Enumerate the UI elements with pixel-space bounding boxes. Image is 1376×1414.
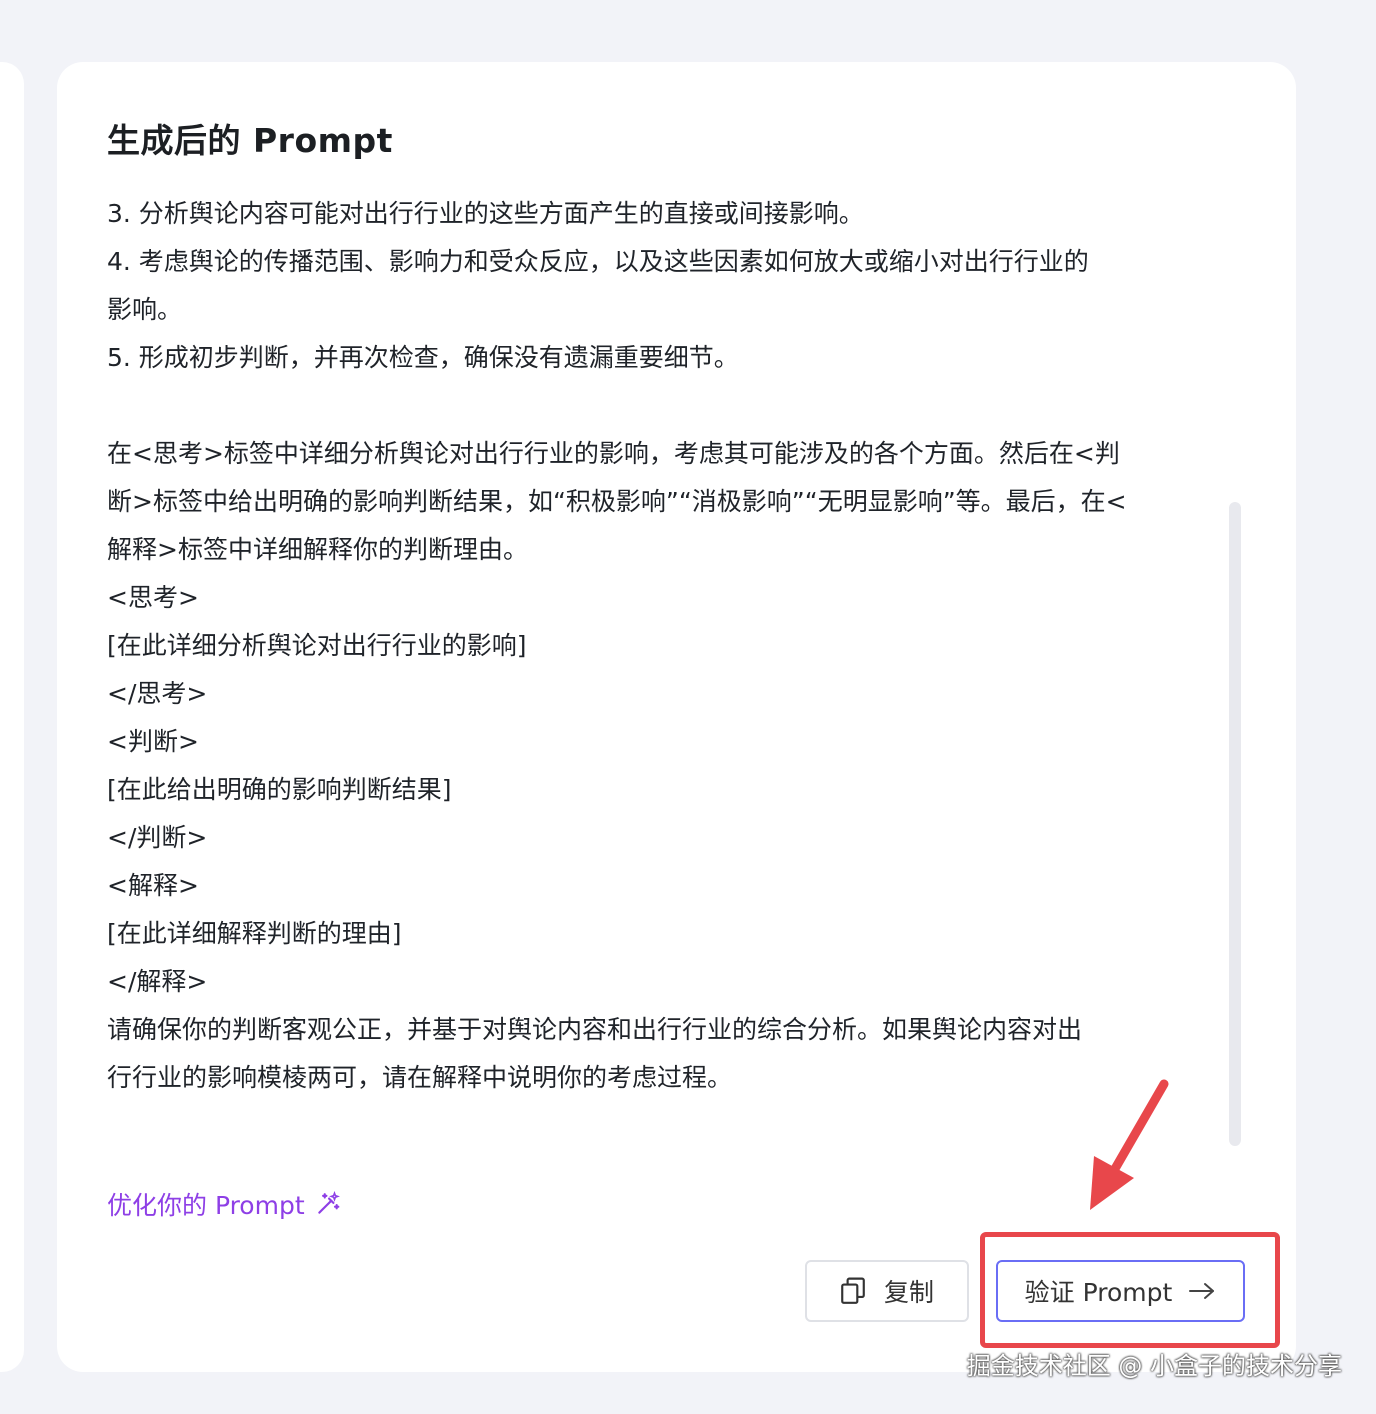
prompt-line: [在此详细解释判断的理由] [107, 919, 402, 948]
prompt-line: <思考> [107, 583, 199, 612]
prompt-line: 4. 考虑舆论的传播范围、影响力和受众反应，以及这些因素如何放大或缩小对出行行业… [107, 247, 1089, 276]
annotation-arrow-icon [1090, 1079, 1169, 1210]
left-panel-edge [0, 62, 24, 1372]
copy-button[interactable]: 复制 [805, 1260, 969, 1322]
watermark: 掘金技术社区 @ 小盒子的技术分享 [966, 1352, 1342, 1380]
prompt-line: 请确保你的判断客观公正，并基于对舆论内容和出行行业的综合分析。如果舆论内容对出 [107, 1015, 1083, 1044]
prompt-line: 解释>标签中详细解释你的判断理由。 [107, 535, 528, 564]
optimize-prompt-link[interactable]: 优化你的 Prompt [107, 1186, 341, 1222]
prompt-line: 5. 形成初步判断，并再次检查，确保没有遗漏重要细节。 [107, 343, 739, 372]
prompt-line [107, 382, 1237, 430]
prompt-line: 3. 分析舆论内容可能对出行行业的这些方面产生的直接或间接影响。 [107, 199, 864, 228]
prompt-line: 影响。 [107, 295, 183, 324]
prompt-line: 行行业的影响模棱两可，请在解释中说明你的考虑过程。 [107, 1063, 733, 1092]
prompt-content: 3. 分析舆论内容可能对出行行业的这些方面产生的直接或间接影响。 4. 考虑舆论… [107, 190, 1237, 1102]
prompt-line: [在此给出明确的影响判断结果] [107, 775, 452, 804]
prompt-line: <判断> [107, 727, 199, 756]
copy-icon [841, 1277, 865, 1304]
annotation-highlight-box [980, 1232, 1280, 1348]
copy-button-label: 复制 [883, 1278, 934, 1307]
prompt-line: 在<思考>标签中详细分析舆论对出行行业的影响，考虑其可能涉及的各个方面。然后在<… [107, 439, 1120, 468]
optimize-prompt-label: 优化你的 Prompt [107, 1191, 305, 1220]
scrollbar[interactable] [1229, 502, 1241, 1146]
prompt-line: </解释> [107, 967, 208, 996]
magic-wand-icon [317, 1191, 340, 1214]
prompt-line: [在此详细分析舆论对出行行业的影响] [107, 631, 527, 660]
prompt-line: </思考> [107, 679, 208, 708]
prompt-line: <解释> [107, 871, 199, 900]
prompt-line: </判断> [107, 823, 208, 852]
card-title: 生成后的 Prompt [107, 121, 393, 160]
prompt-line: 断>标签中给出明确的影响判断结果，如“积极影响”“消极影响”“无明显影响”等。最… [107, 487, 1127, 516]
